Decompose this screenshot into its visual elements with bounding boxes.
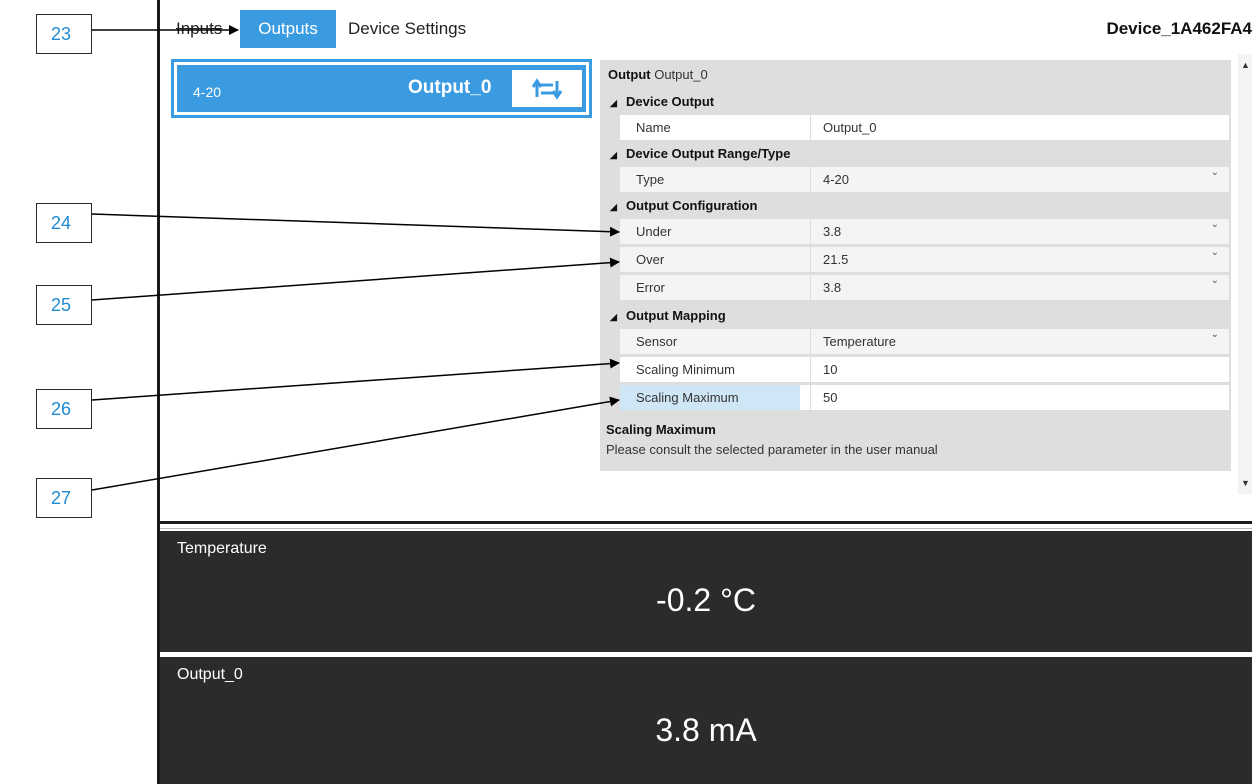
callout-arrows — [91, 25, 620, 491]
arrow-25 — [91, 257, 620, 301]
arrow-27 — [91, 396, 620, 491]
arrow-26 — [91, 358, 620, 401]
arrow-24 — [91, 213, 620, 237]
